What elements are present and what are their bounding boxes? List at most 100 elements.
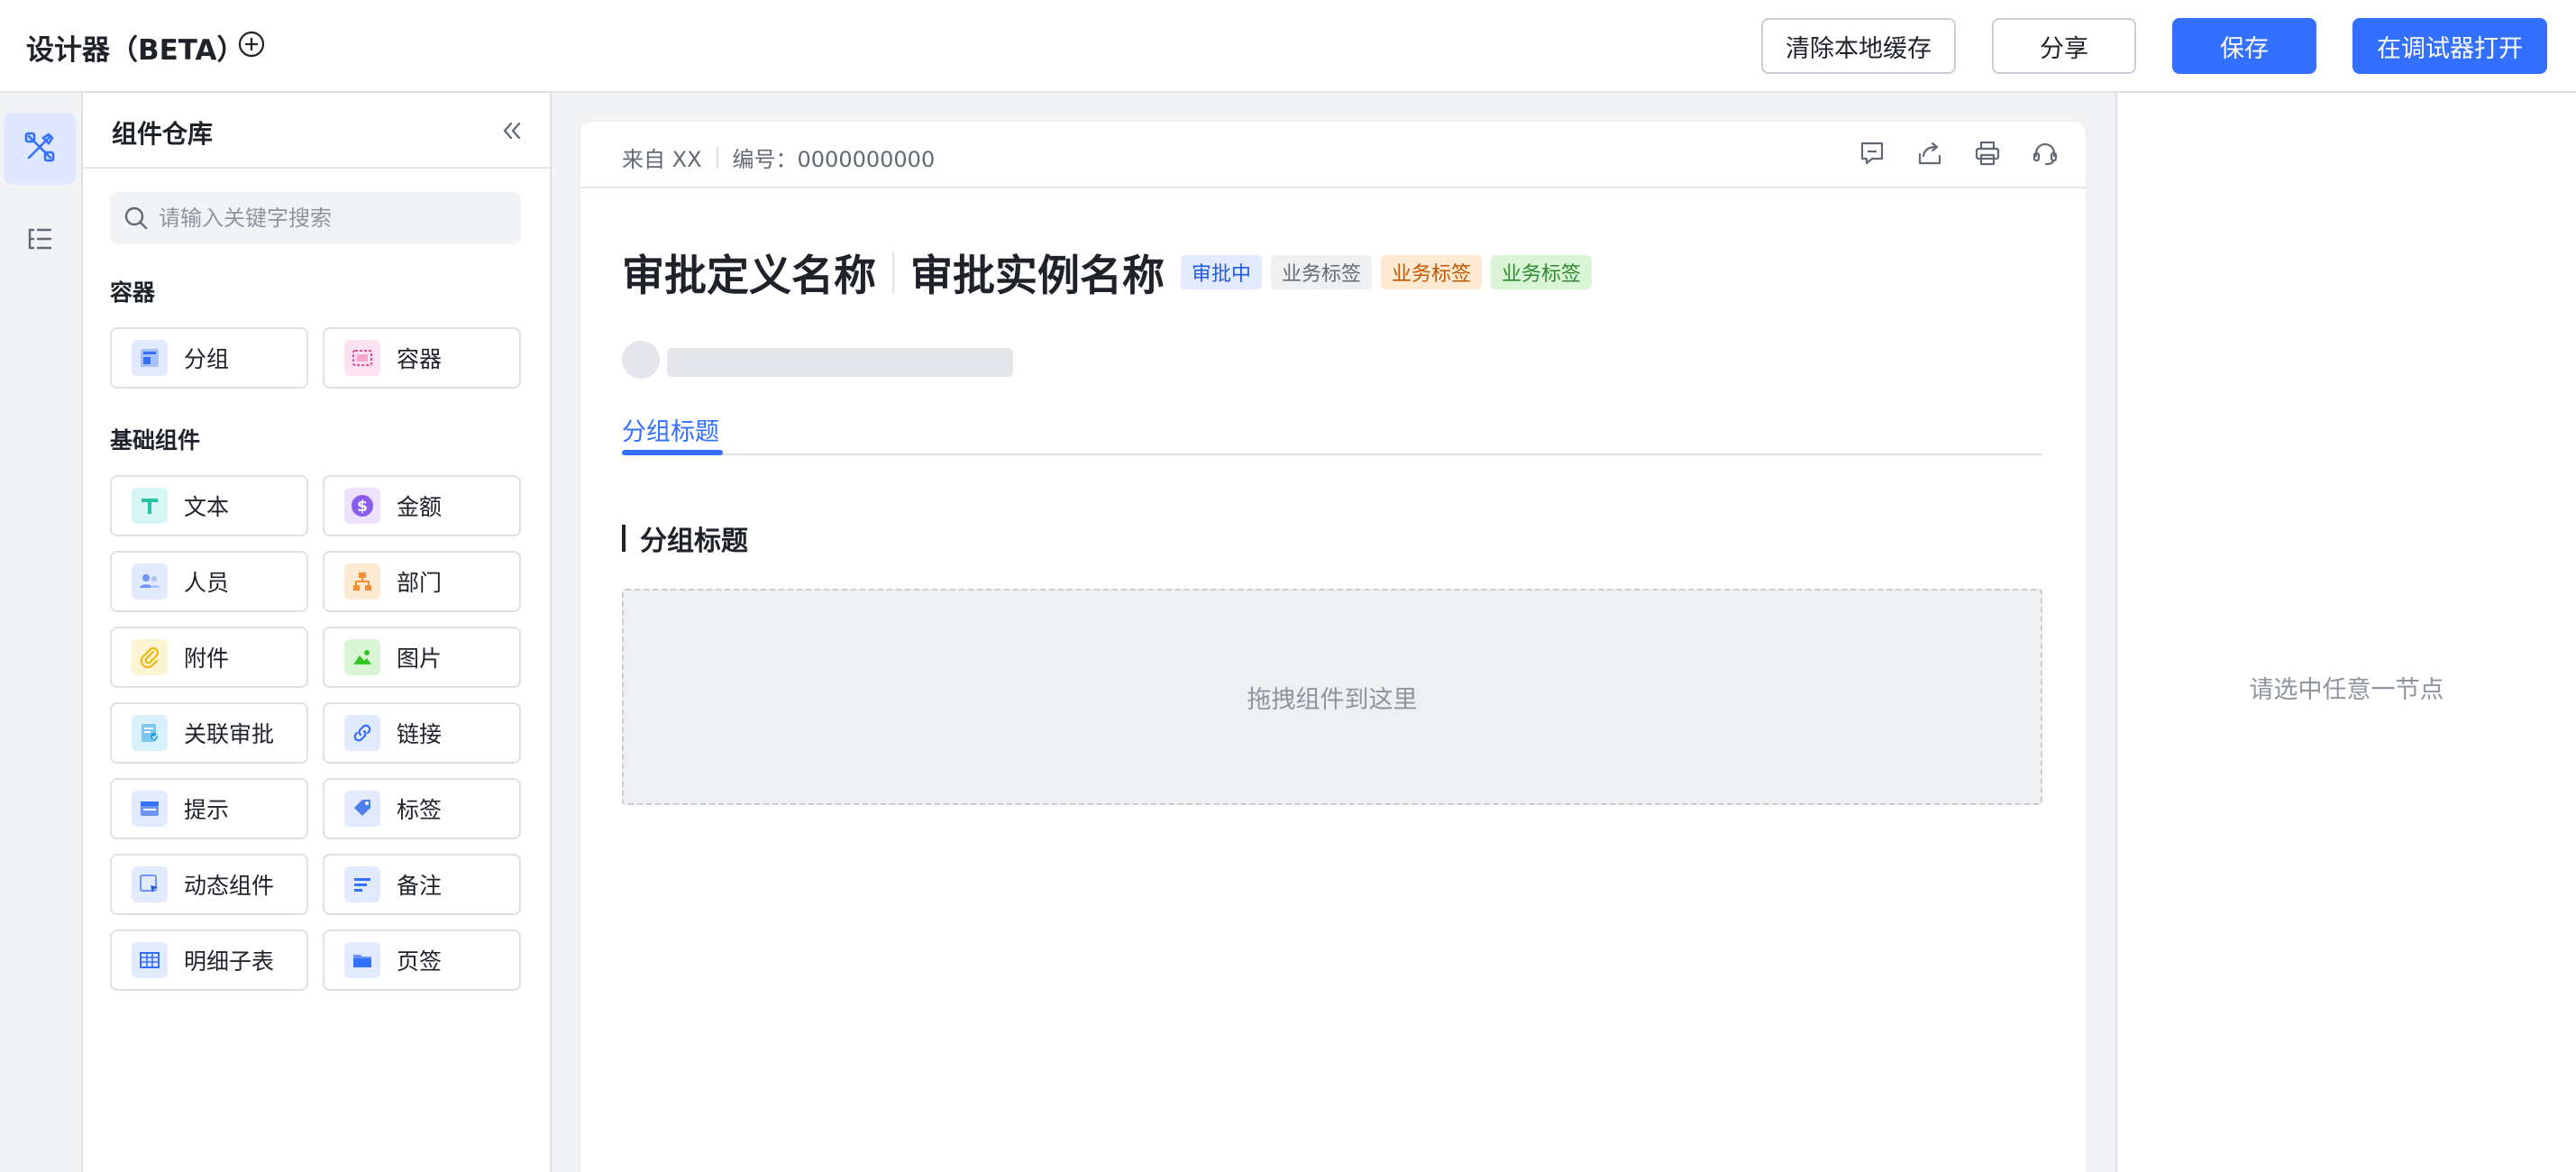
component-label: 链接 (397, 721, 443, 747)
search-input[interactable] (159, 192, 510, 244)
meta-divider (716, 146, 718, 169)
text-icon (132, 488, 168, 524)
top-bar: 设计器（BETA） 清除本地缓存 分享 保存 在调试器打开 (0, 0, 2576, 93)
card-meta: 来自 XX 编号：0000000000 (622, 142, 935, 173)
tree-list-icon (24, 225, 55, 260)
container-icon (344, 340, 380, 376)
component-attachment[interactable]: 附件 (110, 627, 308, 688)
component-label: 页签 (397, 948, 443, 975)
image-icon (344, 639, 380, 675)
rail-outline-tab[interactable] (4, 206, 76, 279)
share-icon[interactable] (1916, 140, 1943, 167)
form-card: 来自 XX 编号：0000000000 审批定义名称 审批实例名称 审批中 业务… (580, 122, 2086, 1172)
headset-icon[interactable] (2032, 140, 2059, 167)
print-icon[interactable] (1974, 140, 2001, 167)
clear-cache-button[interactable]: 清除本地缓存 (1761, 18, 1956, 74)
design-canvas: 来自 XX 编号：0000000000 审批定义名称 审批实例名称 审批中 业务… (552, 93, 2115, 1172)
detail-table-icon (132, 942, 168, 978)
component-label: 人员 (184, 570, 230, 596)
collapse-double-left-icon[interactable] (499, 118, 525, 143)
component-tag[interactable]: 标签 (323, 778, 521, 839)
component-label: 图片 (397, 646, 443, 672)
component-note[interactable]: 备注 (323, 854, 521, 915)
component-dynamic[interactable]: 动态组件 (110, 854, 308, 915)
component-label: 提示 (184, 797, 230, 823)
component-label: 部门 (397, 570, 443, 596)
component-panel: 组件仓库 容器 分组 容器 基础组件 文本 $ 金额 (83, 93, 552, 1172)
component-label: 文本 (184, 494, 230, 520)
text-placeholder (667, 348, 1013, 377)
component-tip[interactable]: 提示 (110, 778, 308, 839)
add-circle-icon[interactable] (238, 31, 265, 58)
business-tag: 业务标签 (1381, 254, 1483, 289)
title-divider (892, 251, 894, 293)
component-container[interactable]: 容器 (323, 327, 521, 389)
properties-panel: 请选中任意一节点 (2115, 93, 2576, 1172)
drop-zone-hint: 拖拽组件到这里 (1247, 685, 1418, 714)
comment-icon[interactable] (1859, 140, 1886, 167)
business-tag: 业务标签 (1491, 254, 1593, 289)
panel-header: 组件仓库 (83, 93, 550, 169)
component-label: 关联审批 (184, 721, 275, 747)
component-related-approval[interactable]: 关联审批 (110, 702, 308, 764)
search-icon (123, 205, 150, 232)
tip-icon (132, 791, 168, 827)
app-title: 设计器（BETA） (26, 34, 245, 67)
rail-components-tab[interactable] (4, 113, 76, 185)
component-department[interactable]: 部门 (323, 551, 521, 612)
component-label: 分组 (184, 346, 230, 372)
save-button[interactable]: 保存 (2172, 18, 2316, 74)
component-label: 标签 (397, 797, 443, 823)
component-link[interactable]: 链接 (323, 702, 521, 764)
component-amount[interactable]: $ 金额 (323, 475, 521, 536)
person-icon (132, 563, 168, 600)
document-title: 审批定义名称 审批实例名称 审批中 业务标签 业务标签 业务标签 (622, 241, 1593, 303)
group-tabs: 分组标题 (622, 392, 2042, 455)
empty-selection-hint: 请选中任意一节点 (2249, 676, 2444, 704)
svg-text:$: $ (357, 498, 368, 516)
component-label: 动态组件 (184, 873, 275, 899)
card-header-actions (1859, 140, 2059, 167)
department-icon (344, 563, 380, 600)
section-title-basic: 基础组件 (110, 427, 201, 453)
note-icon (344, 866, 380, 902)
avatar-placeholder (622, 341, 660, 379)
component-text[interactable]: 文本 (110, 475, 308, 536)
card-header: 来自 XX 编号：0000000000 (580, 122, 2086, 188)
panel-title: 组件仓库 (112, 119, 214, 149)
left-rail (0, 93, 83, 1172)
dynamic-component-icon (132, 866, 168, 902)
component-image[interactable]: 图片 (323, 627, 521, 688)
tab-group-title[interactable]: 分组标题 (622, 412, 719, 447)
page-tab-icon (344, 942, 380, 978)
component-label: 备注 (397, 873, 443, 899)
open-in-debugger-button[interactable]: 在调试器打开 (2352, 18, 2547, 74)
approval-instance-name: 审批实例名称 (910, 252, 1165, 301)
business-tag: 业务标签 (1271, 254, 1373, 289)
component-drop-zone[interactable]: 拖拽组件到这里 (622, 589, 2042, 805)
components-icon (22, 129, 58, 169)
tag-icon (344, 791, 380, 827)
attachment-icon (132, 639, 168, 675)
group-title-text: 分组标题 (640, 526, 748, 557)
share-button[interactable]: 分享 (1992, 18, 2136, 74)
meta-number: 编号：0000000000 (732, 147, 936, 172)
amount-icon: $ (344, 488, 380, 524)
section-title-container: 容器 (110, 279, 156, 306)
component-page-tab[interactable]: 页签 (323, 929, 521, 991)
component-label: 金额 (397, 494, 443, 520)
component-group[interactable]: 分组 (110, 327, 308, 389)
component-detail-table[interactable]: 明细子表 (110, 929, 308, 991)
link-icon (344, 715, 380, 751)
section-heading: 分组标题 (622, 518, 748, 558)
component-label: 容器 (397, 346, 443, 372)
group-icon (132, 340, 168, 376)
heading-accent-bar (622, 525, 626, 552)
component-person[interactable]: 人员 (110, 551, 308, 612)
related-approval-icon (132, 715, 168, 751)
active-tab-indicator (622, 450, 723, 455)
meta-source: 来自 XX (622, 147, 702, 172)
search-box (110, 192, 521, 244)
component-label: 附件 (184, 646, 230, 672)
approval-definition-name: 审批定义名称 (622, 252, 876, 301)
